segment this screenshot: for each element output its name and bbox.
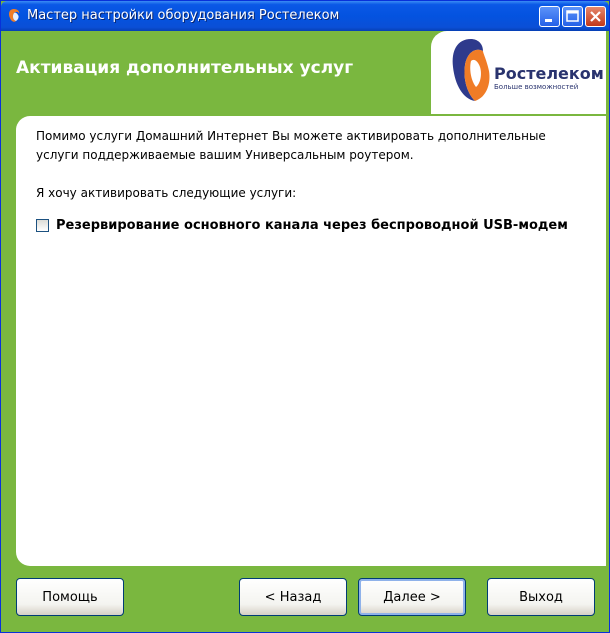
minimize-icon [545,19,552,22]
rostelecom-logo-mark [452,39,490,101]
maximize-button[interactable] [562,6,583,27]
back-button[interactable]: < Назад [239,578,347,616]
rostelecom-app-icon [9,9,20,22]
usb-backup-checkbox[interactable] [36,219,49,232]
service-option-usb-backup[interactable]: Резервирование основного канала через бе… [36,218,568,233]
exit-button[interactable]: Выход [487,578,595,616]
minimize-button[interactable] [539,6,560,27]
wizard-window: Мастер настройки оборудования Ростелеком… [0,0,610,633]
services-prompt: Я хочу активировать следующие услуги: [36,186,297,200]
next-button[interactable]: Далее > [358,578,466,616]
brand-tagline: Больше возможностей [494,83,579,91]
title-bar[interactable]: Мастер настройки оборудования Ростелеком [1,1,609,31]
brand-name: Ростелеком [494,64,604,83]
window-title: Мастер настройки оборудования Ростелеком [27,8,340,23]
maximize-icon [566,10,579,22]
intro-text: Помимо услуги Домашний Интернет Вы может… [36,129,546,162]
close-icon [590,11,601,22]
help-button[interactable]: Помощь [16,578,124,616]
close-button[interactable] [585,6,606,27]
page-title: Активация дополнительных услуг [16,58,354,78]
rostelecom-logo: Ростелеком Больше возможностей [431,31,606,114]
content-panel: Помимо услуги Домашний Интернет Вы может… [16,116,606,566]
wizard-header: Активация дополнительных услуг Ростелеко… [1,31,609,121]
usb-backup-label[interactable]: Резервирование основного канала через бе… [56,218,568,233]
